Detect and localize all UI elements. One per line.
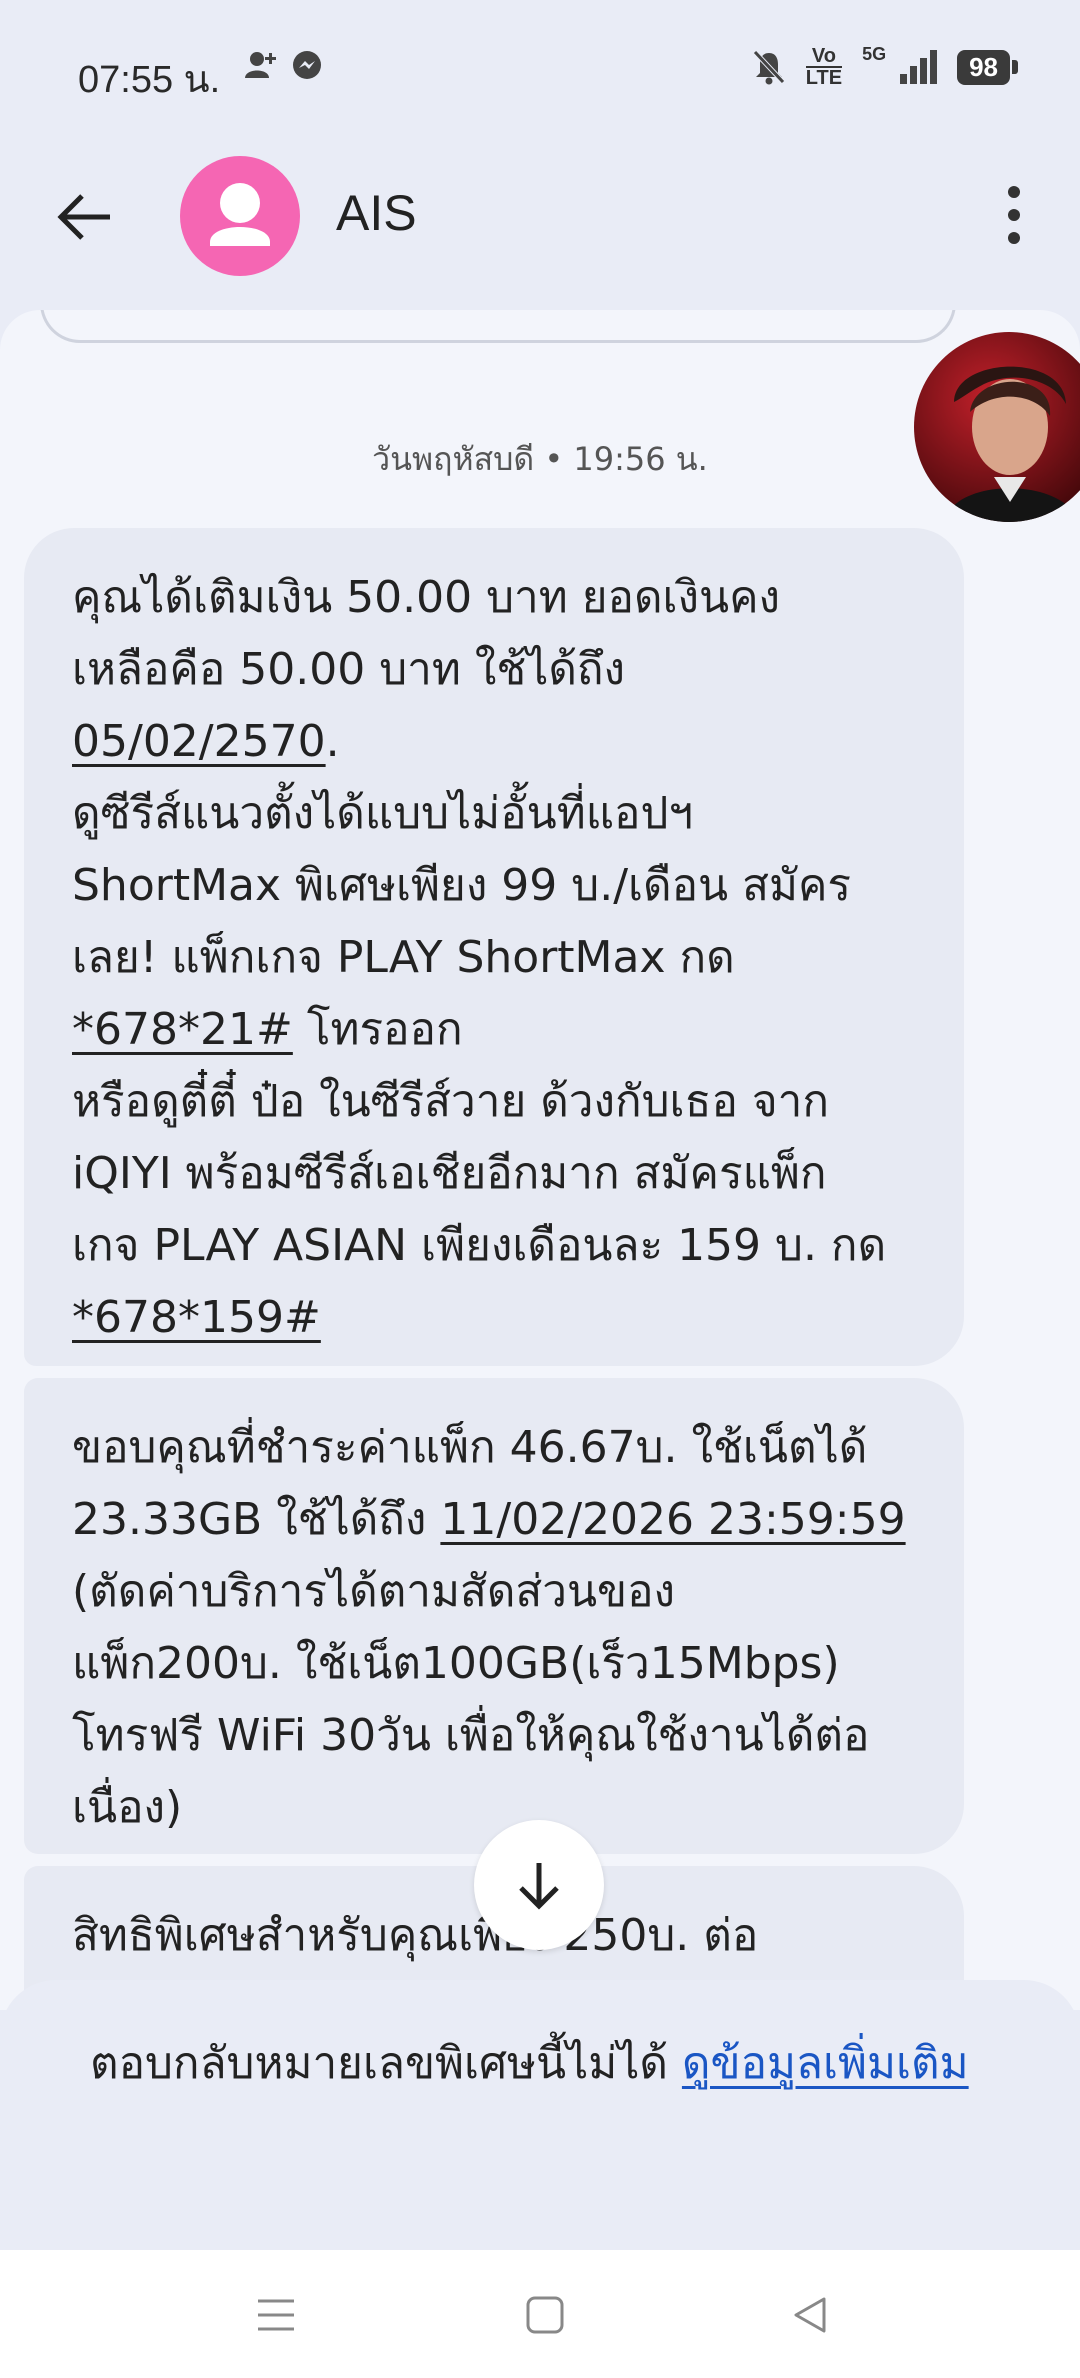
status-time: 07:55 น. xyxy=(78,59,221,101)
contact-name[interactable]: AIS xyxy=(336,184,417,242)
learn-more-link[interactable]: ดูข้อมูลเพิ่มเติม xyxy=(682,2038,969,2089)
mute-icon xyxy=(752,50,785,85)
recent-apps-button[interactable] xyxy=(236,2280,316,2350)
reply-unavailable-text: ตอบกลับหมายเลขพิเศษนี้ไม่ได้ xyxy=(90,2038,682,2089)
message-bubble[interactable]: ขอบคุณที่ชำระค่าแพ็ก 46.67บ. ใช้เน็ตได้ … xyxy=(24,1378,964,1854)
status-bar: 07:55 น. Vo LTE 5G 98 xyxy=(0,0,1080,140)
status-system-icons: Vo LTE 5G 98 xyxy=(752,44,1018,89)
add-contact-icon xyxy=(245,52,276,78)
ussd-code-link[interactable]: *678*21# xyxy=(72,1004,293,1055)
contact-avatar[interactable] xyxy=(180,156,300,276)
datetime-link[interactable]: 11/02/2026 23:59:59 xyxy=(440,1494,905,1545)
back-button[interactable] xyxy=(770,2280,850,2350)
app-bar: AIS xyxy=(0,140,1080,290)
battery-indicator: 98 xyxy=(957,49,1018,85)
home-button[interactable] xyxy=(505,2280,585,2350)
reply-unavailable-panel: ตอบกลับหมายเลขพิเศษนี้ไม่ได้ ดูข้อมูลเพิ… xyxy=(0,1980,1080,2250)
arrow-down-icon xyxy=(519,1863,559,1910)
user-profile-photo[interactable] xyxy=(914,332,1080,522)
date-link[interactable]: 05/02/2570 xyxy=(72,716,326,767)
profile-photo-image xyxy=(914,332,1080,522)
signal-icon: 5G xyxy=(862,44,938,84)
volte-indicator: Vo LTE xyxy=(805,45,843,89)
message-bubble[interactable]: คุณได้เติมเงิน 50.00 บาท ยอดเงินคง เหลือ… xyxy=(24,528,964,1366)
more-options-icon[interactable] xyxy=(984,180,1044,250)
messenger-icon xyxy=(293,51,321,79)
ussd-code-link[interactable]: *678*159# xyxy=(72,1292,321,1343)
date-separator: วันพฤหัสบดี • 19:56 น. xyxy=(372,440,708,478)
triangle-back-icon xyxy=(794,2297,826,2333)
menu-icon xyxy=(258,2299,294,2331)
previous-message-edge xyxy=(40,310,956,343)
status-notification-icons xyxy=(244,50,322,80)
square-icon xyxy=(526,2296,564,2334)
conversation-area[interactable]: วันพฤหัสบดี • 19:56 น. คุณได้เติมเงิน 50… xyxy=(0,310,1080,2010)
back-arrow-icon[interactable] xyxy=(50,182,120,252)
system-navigation-bar xyxy=(0,2250,1080,2378)
person-icon xyxy=(210,183,270,246)
scroll-to-bottom-button[interactable] xyxy=(474,1820,604,1950)
